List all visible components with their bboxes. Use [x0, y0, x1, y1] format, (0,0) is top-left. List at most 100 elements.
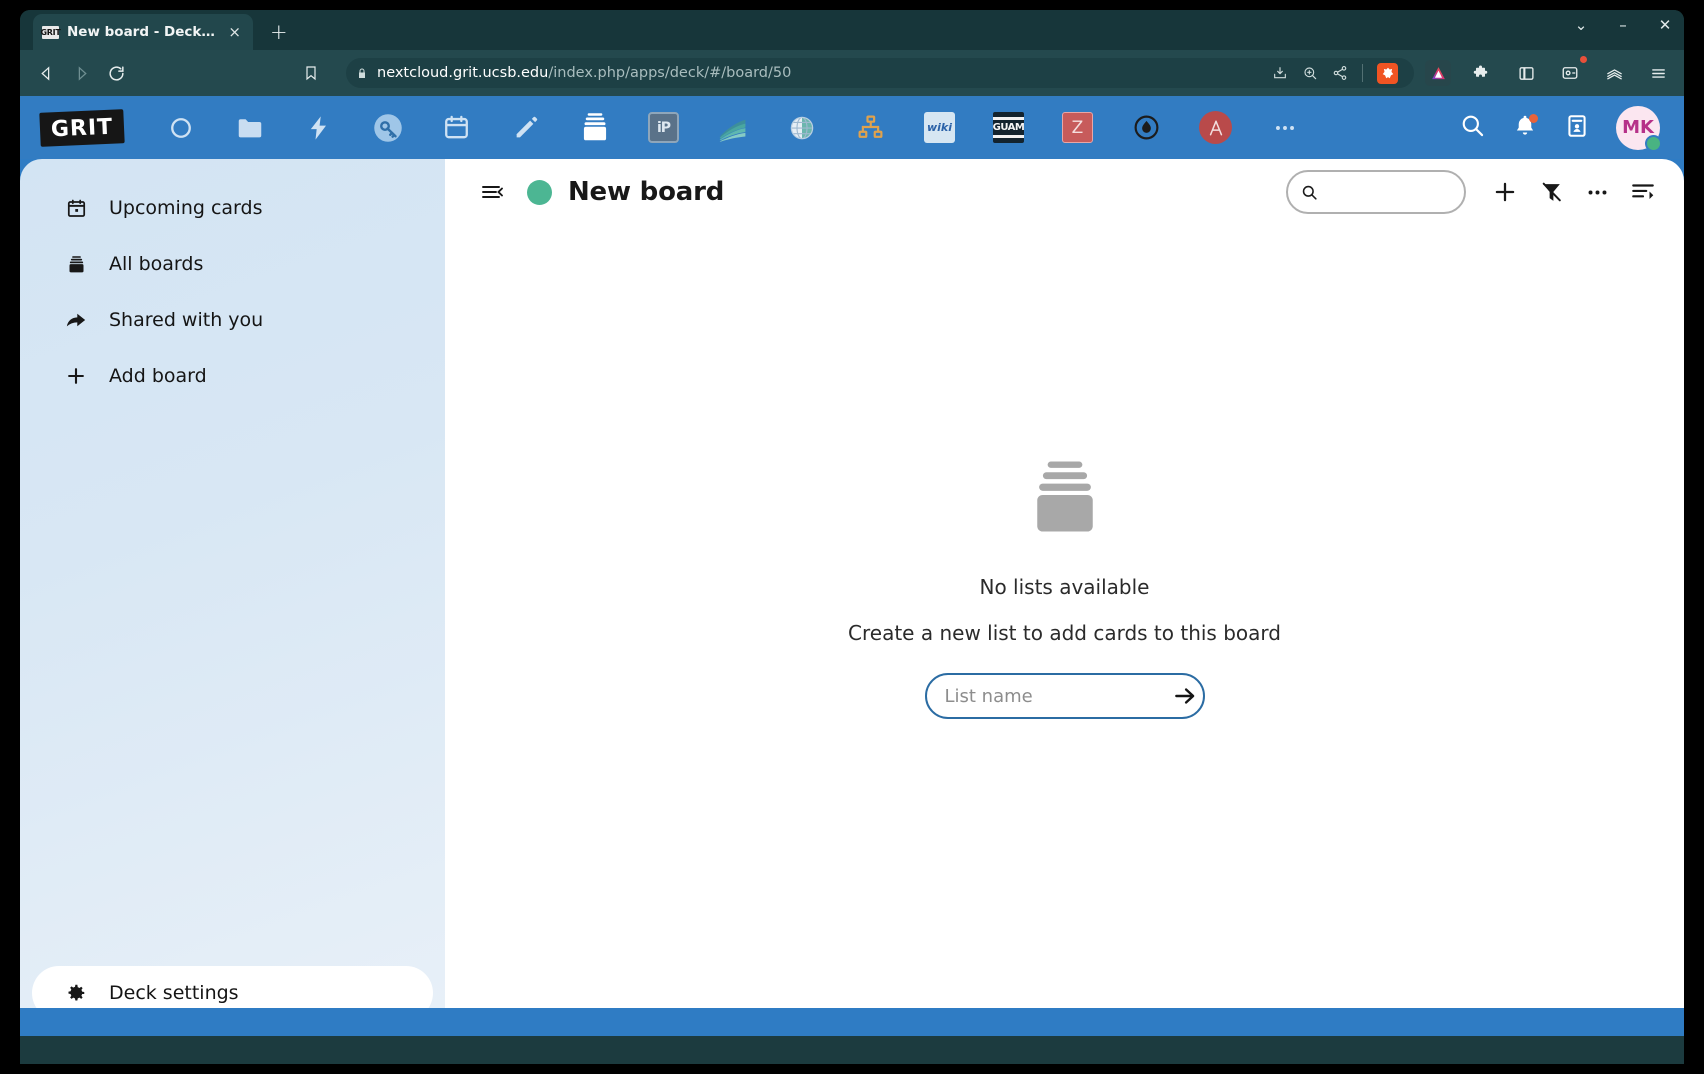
side-panel-icon[interactable]: [1510, 57, 1542, 89]
new-tab-button[interactable]: +: [270, 22, 288, 43]
window-minimize-icon[interactable]: –: [1612, 18, 1634, 33]
app-passwords[interactable]: [353, 96, 422, 159]
browser-window: GRIT New board - Deck - Nextcloud × + ⌄ …: [20, 10, 1684, 1064]
tab-strip: GRIT New board - Deck - Nextcloud × + ⌄ …: [20, 10, 1684, 50]
notifications-bell-icon[interactable]: [1512, 113, 1538, 143]
app-flame[interactable]: [1112, 96, 1181, 159]
back-arrow-icon[interactable]: [30, 57, 62, 89]
toolbar-divider: [1362, 64, 1363, 82]
plus-icon: [65, 365, 87, 387]
filter-off-button[interactable]: [1528, 169, 1574, 215]
add-list-button[interactable]: [1482, 169, 1528, 215]
app-globe[interactable]: [767, 96, 836, 159]
forward-arrow-icon: [65, 57, 97, 89]
gear-icon: [65, 982, 87, 1004]
avatar[interactable]: MK: [1616, 105, 1662, 152]
browser-toolbar-right: [1454, 56, 1674, 89]
brave-triangle-icon[interactable]: [1425, 60, 1451, 86]
a-circle-icon: [1199, 111, 1232, 144]
app-wiki[interactable]: wiki: [905, 96, 974, 159]
zoom-icon[interactable]: [1302, 65, 1318, 81]
nextcloud-header-right: MK: [1459, 105, 1670, 152]
grit-logo[interactable]: GRIT: [39, 108, 125, 147]
profile-icon[interactable]: [1554, 56, 1587, 89]
list-name-input[interactable]: [942, 684, 1172, 708]
sidebar-item-label: Add board: [109, 365, 207, 387]
share-arrow-icon: [65, 309, 87, 331]
ip-square-icon: iP: [648, 112, 679, 143]
page-viewport: GRIT iP wiki GUAM Z MK Upcoming cards Al…: [20, 96, 1684, 1036]
board-color-dot: [527, 179, 552, 205]
profile-badge-dot: [1580, 56, 1587, 63]
archive-boards-icon: [65, 254, 87, 275]
install-app-icon[interactable]: [1272, 65, 1288, 81]
page-title: New board: [568, 177, 725, 207]
deck-stack-icon: [1026, 459, 1104, 545]
sidebar-item-label: Shared with you: [109, 309, 264, 331]
board-toolbar: [1286, 169, 1666, 215]
notification-badge-dot: [1529, 113, 1538, 123]
lock-icon: [356, 67, 368, 80]
board-more-actions-button[interactable]: [1574, 169, 1620, 215]
app-guam[interactable]: GUAM: [974, 96, 1043, 159]
app-z[interactable]: Z: [1043, 96, 1112, 159]
reload-icon[interactable]: [100, 57, 132, 89]
share-icon[interactable]: [1332, 65, 1348, 81]
app-activity[interactable]: [284, 96, 353, 159]
app-more[interactable]: [1250, 96, 1319, 159]
sidebar-item-upcoming-cards[interactable]: Upcoming cards: [32, 183, 433, 233]
sidebar-item-shared-with-you[interactable]: Shared with you: [32, 295, 433, 345]
browser-navigation-bar: nextcloud.grit.ucsb.edu/index.php/apps/d…: [20, 50, 1684, 96]
url-path: /index.php/apps/deck/#/board/50: [548, 65, 792, 81]
guam-icon: GUAM: [993, 112, 1024, 143]
app-dashboard[interactable]: [146, 96, 215, 159]
app-deck[interactable]: [560, 96, 629, 159]
app-body: Upcoming cards All boards Shared with yo…: [20, 159, 1684, 1036]
sidebar-item-add-board[interactable]: Add board: [32, 351, 433, 401]
browser-tab[interactable]: GRIT New board - Deck - Nextcloud ×: [33, 14, 253, 50]
collapse-sidebar-icon[interactable]: [473, 173, 511, 211]
brave-lion-icon[interactable]: [1377, 62, 1398, 84]
tab-title: New board - Deck - Nextcloud: [67, 24, 217, 40]
puzzle-extensions-icon[interactable]: [1466, 57, 1498, 89]
wiki-icon: wiki: [924, 112, 955, 143]
deck-settings-label: Deck settings: [109, 982, 239, 1004]
board-details-button[interactable]: [1620, 169, 1666, 215]
search-icon[interactable]: [1459, 112, 1486, 143]
empty-state-subtitle: Create a new list to add cards to this b…: [848, 621, 1281, 645]
app-ip[interactable]: iP: [629, 96, 698, 159]
app-files[interactable]: [215, 96, 284, 159]
board-header: New board: [445, 159, 1684, 225]
avatar-online-status: [1645, 134, 1662, 152]
app-calendar[interactable]: [422, 96, 491, 159]
calendar-icon: [65, 198, 87, 219]
nextcloud-header: GRIT iP wiki GUAM Z MK: [20, 96, 1684, 159]
hamburger-menu-icon[interactable]: [1642, 57, 1674, 89]
arrow-right-icon[interactable]: [1172, 683, 1198, 709]
nextcloud-app-menu: iP wiki GUAM Z: [146, 96, 1319, 159]
empty-state: No lists available Create a new list to …: [445, 459, 1684, 719]
app-a[interactable]: [1181, 96, 1250, 159]
window-close-icon[interactable]: ✕: [1654, 18, 1676, 33]
url-host: nextcloud.grit.ucsb.edu: [377, 65, 549, 81]
deck-sidebar: Upcoming cards All boards Shared with yo…: [20, 159, 445, 1036]
app-layers[interactable]: [698, 96, 767, 159]
tab-close-icon[interactable]: ×: [225, 23, 244, 42]
add-list-form[interactable]: [924, 673, 1205, 719]
search-input[interactable]: [1286, 170, 1466, 214]
contacts-icon[interactable]: [1564, 113, 1590, 143]
app-notes[interactable]: [491, 96, 560, 159]
app-orgchart[interactable]: [836, 96, 905, 159]
search-icon: [1302, 185, 1317, 200]
page-bottom-strip: [20, 1008, 1684, 1036]
sidebar-item-all-boards[interactable]: All boards: [32, 239, 433, 289]
bookmark-icon[interactable]: [295, 57, 327, 89]
tab-favicon: GRIT: [40, 25, 61, 39]
sidebar-item-label: Upcoming cards: [109, 197, 263, 219]
window-expand-icon[interactable]: ⌄: [1570, 18, 1592, 33]
sidebar-item-label: All boards: [109, 253, 204, 275]
url-text: nextcloud.grit.ucsb.edu/index.php/apps/d…: [377, 65, 791, 81]
z-letter-icon: Z: [1062, 112, 1093, 143]
brave-leo-icon[interactable]: [1598, 57, 1630, 89]
url-bar[interactable]: nextcloud.grit.ucsb.edu/index.php/apps/d…: [346, 58, 1414, 88]
